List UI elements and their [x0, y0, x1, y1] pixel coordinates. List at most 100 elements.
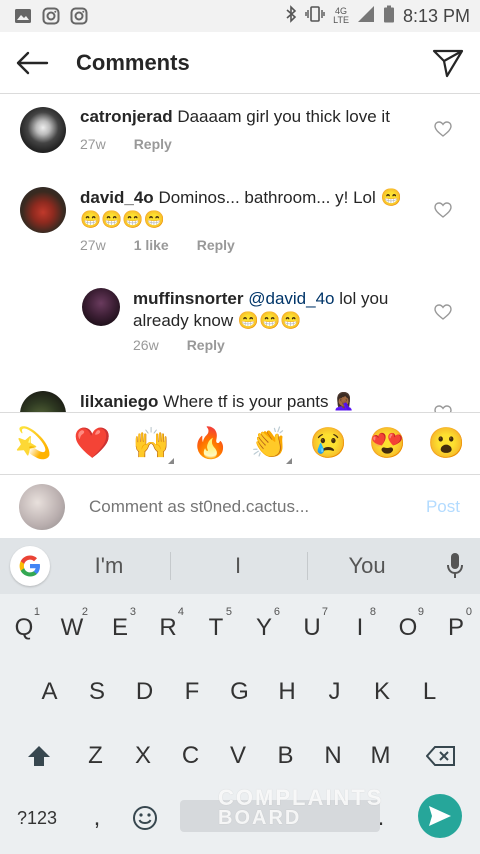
- key-m[interactable]: M: [357, 728, 404, 784]
- emoji-raised-hands[interactable]: 🙌: [128, 424, 176, 464]
- key-o[interactable]: O9: [384, 600, 432, 656]
- key-n[interactable]: N: [310, 728, 357, 784]
- soft-keyboard: I'm I You Q1W2E3R4T5Y6U7I8O9P0 ASDFGHJKL…: [0, 538, 480, 854]
- key-z[interactable]: Z: [72, 728, 119, 784]
- key-e[interactable]: E3: [96, 600, 144, 656]
- microphone-icon[interactable]: [446, 552, 464, 580]
- key-a[interactable]: A: [26, 664, 73, 720]
- like-heart-icon[interactable]: [434, 304, 452, 320]
- key-i[interactable]: I8: [336, 600, 384, 656]
- key-w[interactable]: W2: [48, 600, 96, 656]
- key-k[interactable]: K: [359, 664, 406, 720]
- comment-list[interactable]: catronjerad Daaaam girl you thick love i…: [0, 95, 480, 412]
- key-s[interactable]: S: [74, 664, 121, 720]
- key-p[interactable]: P0: [432, 600, 480, 656]
- symbols-key[interactable]: ?123: [6, 790, 68, 846]
- comment-username[interactable]: catronjerad: [80, 107, 173, 126]
- key-f[interactable]: F: [169, 664, 216, 720]
- comment-body: lilxaniego Where tf is your pants 🤦🏾‍♀️: [80, 391, 410, 412]
- comment-age: 27w: [80, 136, 106, 152]
- status-bar: 4G LTE 8:13 PM: [0, 0, 480, 32]
- my-avatar: [19, 483, 65, 530]
- key-number-hint: 6: [273, 606, 280, 618]
- clock: 8:13 PM: [402, 5, 470, 26]
- comment-username[interactable]: lilxaniego: [80, 392, 158, 411]
- key-number-hint: 4: [177, 606, 184, 618]
- key-g[interactable]: G: [216, 664, 263, 720]
- emoji-key[interactable]: [120, 790, 170, 846]
- avatar[interactable]: [20, 187, 66, 233]
- backspace-key[interactable]: [416, 728, 466, 784]
- reply-item: muffinsnorter @david_4o lol you already …: [0, 279, 480, 379]
- emoji-surprised[interactable]: 😮: [423, 424, 471, 464]
- key-j[interactable]: J: [311, 664, 358, 720]
- comment-body: david_4o Dominos... bathroom... y! Lol 😁…: [80, 187, 420, 231]
- comment-username[interactable]: david_4o: [80, 188, 154, 207]
- key-number-hint: 7: [321, 606, 328, 618]
- key-r[interactable]: R4: [144, 600, 192, 656]
- key-t[interactable]: T5: [192, 600, 240, 656]
- comment-username[interactable]: muffinsnorter: [133, 289, 244, 308]
- avatar[interactable]: [20, 391, 66, 412]
- key-v[interactable]: V: [215, 728, 262, 784]
- avatar[interactable]: [20, 107, 66, 153]
- key-l[interactable]: L: [406, 664, 453, 720]
- emoji-heart[interactable]: ❤️: [69, 424, 117, 464]
- key-row-3: ZXCVBNM: [0, 728, 480, 784]
- key-number-hint: 3: [129, 606, 136, 618]
- reply-button[interactable]: Reply: [197, 237, 235, 253]
- emoji-fire[interactable]: 🔥: [187, 424, 235, 464]
- suggestion-1[interactable]: I'm: [49, 538, 169, 594]
- google-g-icon[interactable]: [10, 546, 50, 586]
- key-c[interactable]: C: [167, 728, 214, 784]
- comment-composer: Post: [0, 474, 480, 538]
- top-app-bar: Comments: [0, 32, 480, 94]
- like-heart-icon[interactable]: [434, 121, 452, 137]
- skin-tone-indicator: [285, 457, 292, 464]
- send-key[interactable]: [418, 794, 462, 838]
- back-button[interactable]: [2, 33, 62, 93]
- reply-button[interactable]: Reply: [134, 136, 172, 152]
- key-q[interactable]: Q1: [0, 600, 48, 656]
- comment-mention[interactable]: @david_4o: [248, 289, 334, 308]
- key-number-hint: 5: [225, 606, 232, 618]
- direct-message-button[interactable]: [428, 43, 468, 83]
- like-heart-icon[interactable]: [434, 405, 452, 412]
- key-label: R: [159, 614, 177, 641]
- key-u[interactable]: U7: [288, 600, 336, 656]
- suggestion-2[interactable]: I: [178, 538, 298, 594]
- key-d[interactable]: D: [121, 664, 168, 720]
- key-y[interactable]: Y6: [240, 600, 288, 656]
- emoji-heart-eyes[interactable]: 😍: [364, 424, 412, 464]
- key-x[interactable]: X: [120, 728, 167, 784]
- shift-key[interactable]: [14, 728, 64, 784]
- comment-body: catronjerad Daaaam girl you thick love i…: [80, 106, 410, 128]
- comment-meta: 27w Reply: [80, 136, 172, 152]
- key-h[interactable]: H: [264, 664, 311, 720]
- network-sub-label: LTE: [333, 15, 349, 25]
- comment-meta: 27w 1 like Reply: [80, 237, 235, 253]
- emoji-quick-bar: 💫 ❤️ 🙌 🔥 👏 😢 😍 😮: [0, 412, 480, 474]
- key-number-hint: 2: [81, 606, 88, 618]
- key-number-hint: 1: [33, 606, 40, 618]
- emoji-dizzy[interactable]: 💫: [10, 424, 58, 464]
- emoji-clap[interactable]: 👏: [246, 424, 294, 464]
- post-button[interactable]: Post: [426, 497, 460, 517]
- emoji-crying[interactable]: 😢: [305, 424, 353, 464]
- key-number-hint: 9: [417, 606, 424, 618]
- comma-key[interactable]: ,: [72, 790, 122, 846]
- suggestion-3[interactable]: You: [307, 538, 427, 594]
- comment-input[interactable]: [89, 496, 389, 517]
- like-heart-icon[interactable]: [434, 202, 452, 218]
- key-b[interactable]: B: [262, 728, 309, 784]
- key-label: E: [111, 614, 128, 641]
- reply-button[interactable]: Reply: [187, 337, 225, 353]
- suggestion-divider: [170, 552, 171, 580]
- bluetooth-icon: [285, 4, 297, 28]
- avatar[interactable]: [82, 288, 120, 326]
- likes-count[interactable]: 1 like: [134, 237, 169, 253]
- back-arrow-icon: [16, 51, 49, 74]
- comment-text: Daaaam girl you thick love it: [177, 107, 390, 126]
- smiley-icon: [133, 806, 157, 830]
- key-number-hint: 8: [369, 606, 376, 618]
